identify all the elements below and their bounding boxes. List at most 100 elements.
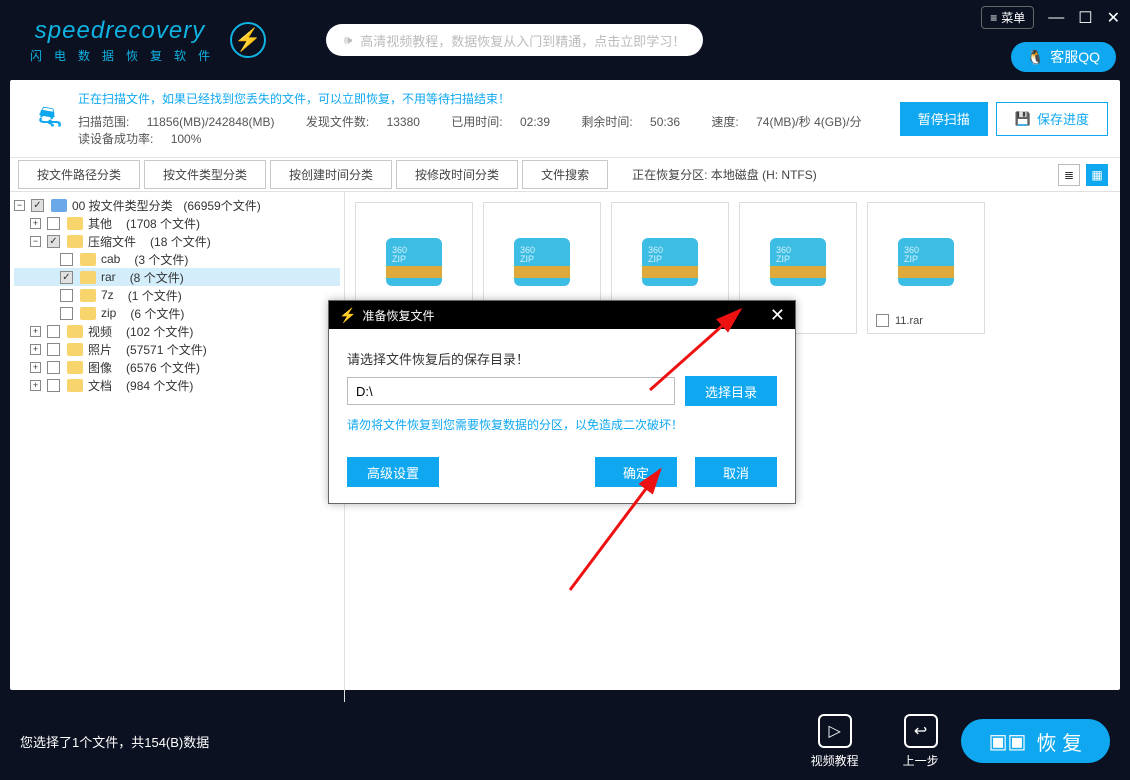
expand-icon[interactable]: + xyxy=(30,344,41,355)
tree-rar[interactable]: ✓ rar (8 个文件) xyxy=(14,268,340,286)
sound-icon: 🕪 xyxy=(344,32,352,48)
tree-7z[interactable]: 7z (1 个文件) xyxy=(14,286,340,304)
dialog-header: ⚡ 准备恢复文件 ✕ xyxy=(329,301,795,329)
file-tree: − ✓ 00 按文件类型分类 (66959个文件) + 其他 (1708 个文件… xyxy=(10,192,345,714)
checkbox[interactable]: ✓ xyxy=(60,271,73,284)
recover-icon: ▣▣ xyxy=(989,729,1027,754)
scan-icon: ⛐ xyxy=(30,99,70,139)
checkbox[interactable] xyxy=(47,325,60,338)
tree-image[interactable]: + 图像 (6576 个文件) xyxy=(14,358,340,376)
zip-icon xyxy=(898,238,954,286)
tree-video[interactable]: + 视频 (102 个文件) xyxy=(14,322,340,340)
app-logo: speedrecovery 闪电数据恢复软件 xyxy=(18,17,222,64)
tree-doc[interactable]: + 文档 (984 个文件) xyxy=(14,376,340,394)
back-icon: ↩ xyxy=(904,714,938,748)
checkbox[interactable] xyxy=(60,253,73,266)
penguin-icon: 🐧 xyxy=(1027,49,1044,66)
menu-button[interactable]: ≡ 菜单 xyxy=(981,6,1034,29)
folder-icon xyxy=(51,199,67,212)
scan-status-bar: ⛐ 正在扫描文件，如果已经找到您丢失的文件，可以立即恢复，不用等待扫描结束！ 扫… xyxy=(10,80,1120,158)
tabs-row: 按文件路径分类 按文件类型分类 按创建时间分类 按修改时间分类 文件搜索 正在恢… xyxy=(10,158,1120,192)
tree-archive[interactable]: − ✓ 压缩文件 (18 个文件) xyxy=(14,232,340,250)
video-tutorial-button[interactable]: ▷ 视频教程 xyxy=(811,714,859,769)
tree-root[interactable]: − ✓ 00 按文件类型分类 (66959个文件) xyxy=(14,196,340,214)
expand-icon[interactable]: + xyxy=(30,326,41,337)
dialog-prompt: 请选择文件恢复后的保存目录！ xyxy=(347,349,777,368)
title-bar: speedrecovery 闪电数据恢复软件 ⚡ 🕪 高清视频教程，数据恢复从入… xyxy=(0,0,1130,80)
view-grid-button[interactable]: ▦ xyxy=(1086,164,1108,186)
checkbox[interactable] xyxy=(60,307,73,320)
zip-icon xyxy=(770,238,826,286)
tab-file-search[interactable]: 文件搜索 xyxy=(522,160,608,189)
tree-photo[interactable]: + 照片 (57571 个文件) xyxy=(14,340,340,358)
ok-button[interactable]: 确定 xyxy=(595,457,677,487)
selection-summary: 您选择了1个文件，共154(B)数据 xyxy=(20,732,789,751)
zip-icon xyxy=(642,238,698,286)
recover-dialog: ⚡ 准备恢复文件 ✕ 请选择文件恢复后的保存目录！ 选择目录 请勿将文件恢复到您… xyxy=(328,300,796,504)
tab-by-type[interactable]: 按文件类型分类 xyxy=(144,160,266,189)
zip-icon xyxy=(386,238,442,286)
view-list-button[interactable]: ≣ xyxy=(1058,164,1080,186)
expand-icon[interactable]: + xyxy=(30,362,41,373)
folder-icon xyxy=(67,325,83,338)
expand-icon[interactable]: + xyxy=(30,380,41,391)
folder-icon xyxy=(80,289,96,302)
maximize-button[interactable]: ☐ xyxy=(1078,8,1092,28)
checkbox[interactable] xyxy=(47,217,60,230)
dialog-warning: 请勿将文件恢复到您需要恢复数据的分区，以免造成二次破坏！ xyxy=(347,416,777,433)
pause-scan-button[interactable]: 暂停扫描 xyxy=(900,102,988,136)
bolt-icon: ⚡ xyxy=(339,307,356,324)
close-button[interactable]: ✕ xyxy=(1107,8,1120,28)
folder-icon xyxy=(80,253,96,266)
file-item[interactable]: 11.rar xyxy=(867,202,985,334)
folder-icon xyxy=(67,343,83,356)
view-toggle: ≣ ▦ xyxy=(1058,164,1108,186)
browse-button[interactable]: 选择目录 xyxy=(685,376,777,406)
folder-icon xyxy=(80,271,96,284)
folder-icon xyxy=(67,235,83,248)
checkbox[interactable] xyxy=(47,343,60,356)
logo-subtitle: 闪电数据恢复软件 xyxy=(18,47,222,64)
tab-by-modified[interactable]: 按修改时间分类 xyxy=(396,160,518,189)
tutorial-text: 高清视频教程，数据恢复从入门到精通，点击立即学习！ xyxy=(360,31,685,50)
checkbox[interactable] xyxy=(60,289,73,302)
play-icon: ▷ xyxy=(818,714,852,748)
back-button[interactable]: ↩ 上一步 xyxy=(903,714,939,769)
tab-by-created[interactable]: 按创建时间分类 xyxy=(270,160,392,189)
scan-stats: 扫描范围: 11856(MB)/242848(MB) 发现文件数: 13380 … xyxy=(78,113,892,147)
tree-zip[interactable]: zip (6 个文件) xyxy=(14,304,340,322)
checkbox[interactable] xyxy=(47,361,60,374)
folder-icon xyxy=(67,217,83,230)
scan-headline: 正在扫描文件，如果已经找到您丢失的文件，可以立即恢复，不用等待扫描结束！ xyxy=(78,90,892,107)
tutorial-banner[interactable]: 🕪 高清视频教程，数据恢复从入门到精通，点击立即学习！ xyxy=(326,24,703,56)
logo-text: speedrecovery xyxy=(35,17,205,45)
save-icon: 💾 xyxy=(1015,111,1031,127)
zip-icon xyxy=(514,238,570,286)
footer-bar: 您选择了1个文件，共154(B)数据 ▷ 视频教程 ↩ 上一步 ▣▣ 恢 复 xyxy=(0,702,1130,780)
tree-other[interactable]: + 其他 (1708 个文件) xyxy=(14,214,340,232)
save-path-input[interactable] xyxy=(347,377,675,405)
advanced-settings-button[interactable]: 高级设置 xyxy=(347,457,439,487)
partition-info: 正在恢复分区: 本地磁盘 (H: NTFS) xyxy=(632,166,1054,183)
checkbox[interactable] xyxy=(47,379,60,392)
tree-cab[interactable]: cab (3 个文件) xyxy=(14,250,340,268)
cancel-button[interactable]: 取消 xyxy=(695,457,777,487)
folder-icon xyxy=(80,307,96,320)
dialog-close-button[interactable]: ✕ xyxy=(770,305,785,326)
scan-info: 正在扫描文件，如果已经找到您丢失的文件，可以立即恢复，不用等待扫描结束！ 扫描范… xyxy=(78,90,892,147)
expand-icon[interactable]: + xyxy=(30,218,41,229)
checkbox[interactable] xyxy=(876,314,889,327)
window-controls: ≡ 菜单 — ☐ ✕ xyxy=(981,6,1120,29)
bolt-icon: ⚡ xyxy=(230,22,266,58)
checkbox[interactable]: ✓ xyxy=(47,235,60,248)
collapse-icon[interactable]: − xyxy=(30,236,41,247)
collapse-icon[interactable]: − xyxy=(14,200,25,211)
checkbox[interactable]: ✓ xyxy=(31,199,44,212)
recover-button[interactable]: ▣▣ 恢 复 xyxy=(961,719,1110,763)
dialog-body: 请选择文件恢复后的保存目录！ 选择目录 请勿将文件恢复到您需要恢复数据的分区，以… xyxy=(329,329,795,503)
minimize-button[interactable]: — xyxy=(1048,9,1064,27)
qq-support-button[interactable]: 🐧 客服QQ xyxy=(1011,42,1116,72)
hamburger-icon: ≡ xyxy=(990,11,997,25)
save-progress-button[interactable]: 💾 保存进度 xyxy=(996,102,1108,136)
tab-by-path[interactable]: 按文件路径分类 xyxy=(18,160,140,189)
